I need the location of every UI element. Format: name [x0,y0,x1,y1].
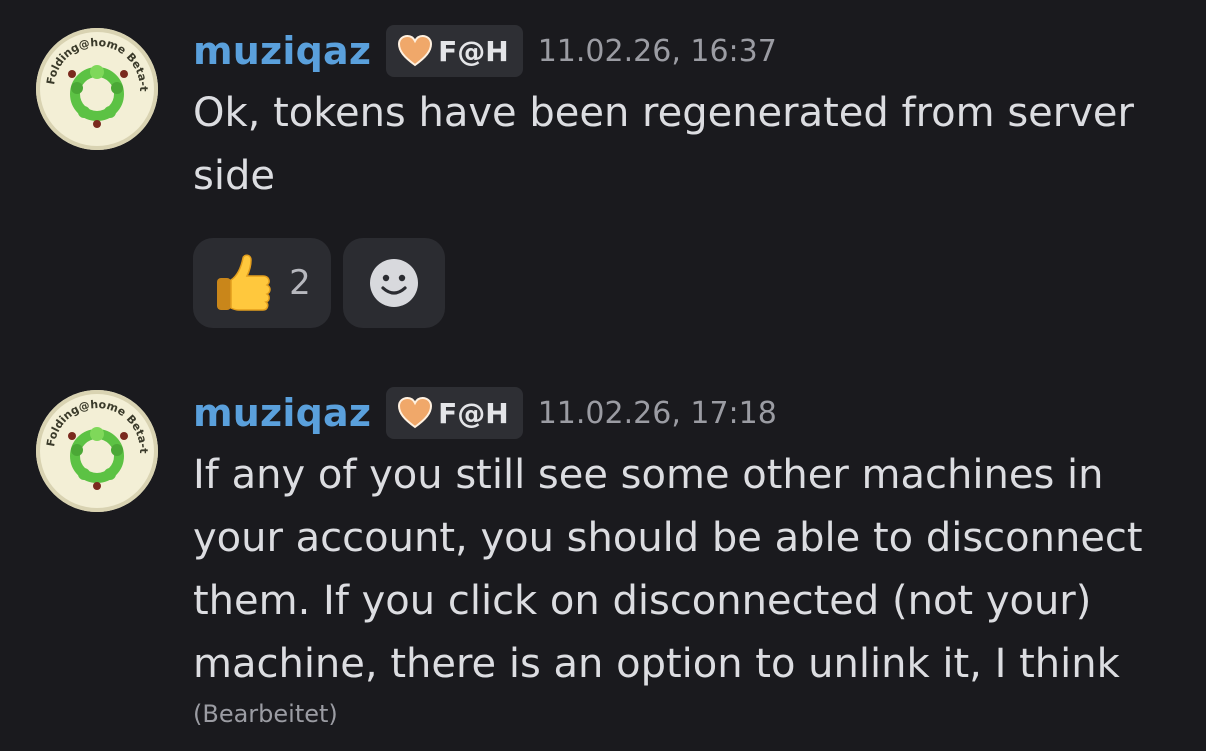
add-reaction-button[interactable] [343,238,445,328]
reactions-bar: 2 [193,238,1166,328]
server-tag[interactable]: F@H [386,387,523,439]
heart-icon [398,397,433,429]
edited-label: (Bearbeitet) [193,700,338,728]
message-text: Ok, tokens have been regenerated from se… [193,90,1134,199]
svg-text:Folding@home Beta-tester: Folding@home Beta-tester [36,28,150,92]
server-tag[interactable]: F@H [386,25,523,77]
message-content: muziqaz F@H 11.02.26, 17:18 If any of yo… [193,386,1166,728]
reaction-count: 2 [289,263,311,303]
timestamp: 11.02.26, 16:37 [537,33,777,69]
server-tag-label: F@H [438,396,509,430]
chat-view: Folding@home Beta-tester muziqaz [0,0,1206,751]
timestamp: 11.02.26, 17:18 [537,395,777,431]
message-content: muziqaz F@H 11.02.26, 16:37 Ok, tokens h… [193,24,1166,328]
avatar[interactable]: Folding@home Beta-tester [36,28,158,150]
reaction-thumbs-up[interactable]: 2 [193,238,331,328]
add-reaction-smiley-icon [370,259,418,307]
username[interactable]: muziqaz [193,29,371,73]
avatar-text: Folding@home Beta-tester [36,28,150,92]
server-tag-label: F@H [438,34,509,68]
svg-text:Folding@home Beta-tester: Folding@home Beta-tester [36,390,150,454]
avatar[interactable]: Folding@home Beta-tester [36,390,158,512]
message-header: muziqaz F@H 11.02.26, 16:37 [193,24,1166,78]
folding-at-home-badge-icon: Folding@home Beta-tester [36,28,150,128]
username[interactable]: muziqaz [193,391,371,435]
message-text: If any of you still see some other machi… [193,452,1143,687]
heart-icon [398,35,433,67]
avatar-text: Folding@home Beta-tester [36,390,150,454]
message-header: muziqaz F@H 11.02.26, 17:18 [193,386,1166,440]
thumbs-up-icon [217,254,271,311]
folding-at-home-badge-icon: Folding@home Beta-tester [36,390,150,490]
